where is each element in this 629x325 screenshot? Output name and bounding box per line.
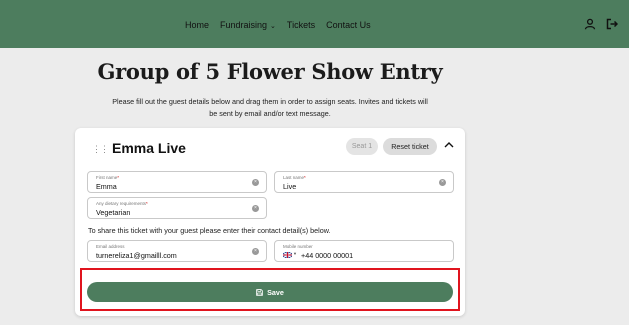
share-instructions: To share this ticket with your guest ple…	[88, 226, 331, 235]
email-label: Email address	[96, 244, 125, 249]
chevron-down-icon: ⌄	[270, 23, 276, 30]
first-name-label: First name	[96, 175, 118, 180]
user-icon[interactable]	[584, 18, 596, 30]
mobile-value: +44 0000 00001	[301, 251, 354, 260]
first-name-label-wrap: First name*	[96, 175, 119, 180]
main-nav: Home Fundraising ⌄ Tickets Contact Us	[185, 20, 371, 30]
nav-home[interactable]: Home	[185, 20, 209, 30]
mobile-label: Mobile number	[283, 244, 313, 249]
top-navigation-bar: Home Fundraising ⌄ Tickets Contact Us	[0, 0, 629, 48]
required-marker: *	[117, 175, 120, 180]
guest-name: Emma Live	[112, 140, 186, 156]
highlight-box	[80, 268, 460, 311]
last-name-value: Live	[283, 182, 297, 191]
drag-handle-icon[interactable]: ⋮⋮	[92, 144, 109, 155]
mobile-field[interactable]: Mobile number ▼ +44 0000 00001	[274, 240, 454, 262]
page-title: Group of 5 Flower Show Entry	[97, 59, 443, 84]
nav-tickets[interactable]: Tickets	[287, 20, 315, 30]
reset-ticket-button[interactable]: Reset ticket	[383, 138, 437, 155]
clear-icon[interactable]: ×	[439, 179, 446, 186]
required-marker: *	[146, 201, 148, 206]
seat-badge: Seat 1	[346, 138, 378, 155]
chevron-up-icon[interactable]	[444, 141, 454, 149]
clear-icon[interactable]: ×	[252, 205, 259, 212]
last-name-field[interactable]: Last name* Live ×	[274, 171, 454, 193]
uk-flag-icon[interactable]	[283, 252, 292, 258]
clear-icon[interactable]: ×	[252, 248, 259, 255]
first-name-field[interactable]: First name* Emma ×	[87, 171, 267, 193]
dietary-label: Any dietary requirements	[96, 201, 147, 206]
required-marker: *	[304, 175, 306, 180]
last-name-label: Last name	[283, 175, 305, 180]
first-name-value: Emma	[96, 182, 117, 191]
nav-fundraising[interactable]: Fundraising ⌄	[220, 20, 276, 30]
clear-icon[interactable]: ×	[252, 179, 259, 186]
email-field[interactable]: Email address turnereliza1@gmailll.com ×	[87, 240, 267, 262]
chevron-down-icon[interactable]: ▼	[293, 251, 297, 256]
nav-contact[interactable]: Contact Us	[326, 20, 371, 30]
dietary-value: Vegetarian	[96, 208, 131, 217]
email-value: turnereliza1@gmailll.com	[96, 251, 177, 260]
logout-icon[interactable]	[606, 18, 618, 30]
last-name-label-wrap: Last name*	[283, 175, 306, 180]
dietary-field[interactable]: Any dietary requirements* Vegetarian ×	[87, 197, 267, 219]
dietary-label-wrap: Any dietary requirements*	[96, 201, 148, 206]
page-intro: Please fill out the guest details below …	[112, 97, 428, 118]
nav-fundraising-label: Fundraising	[220, 20, 268, 30]
